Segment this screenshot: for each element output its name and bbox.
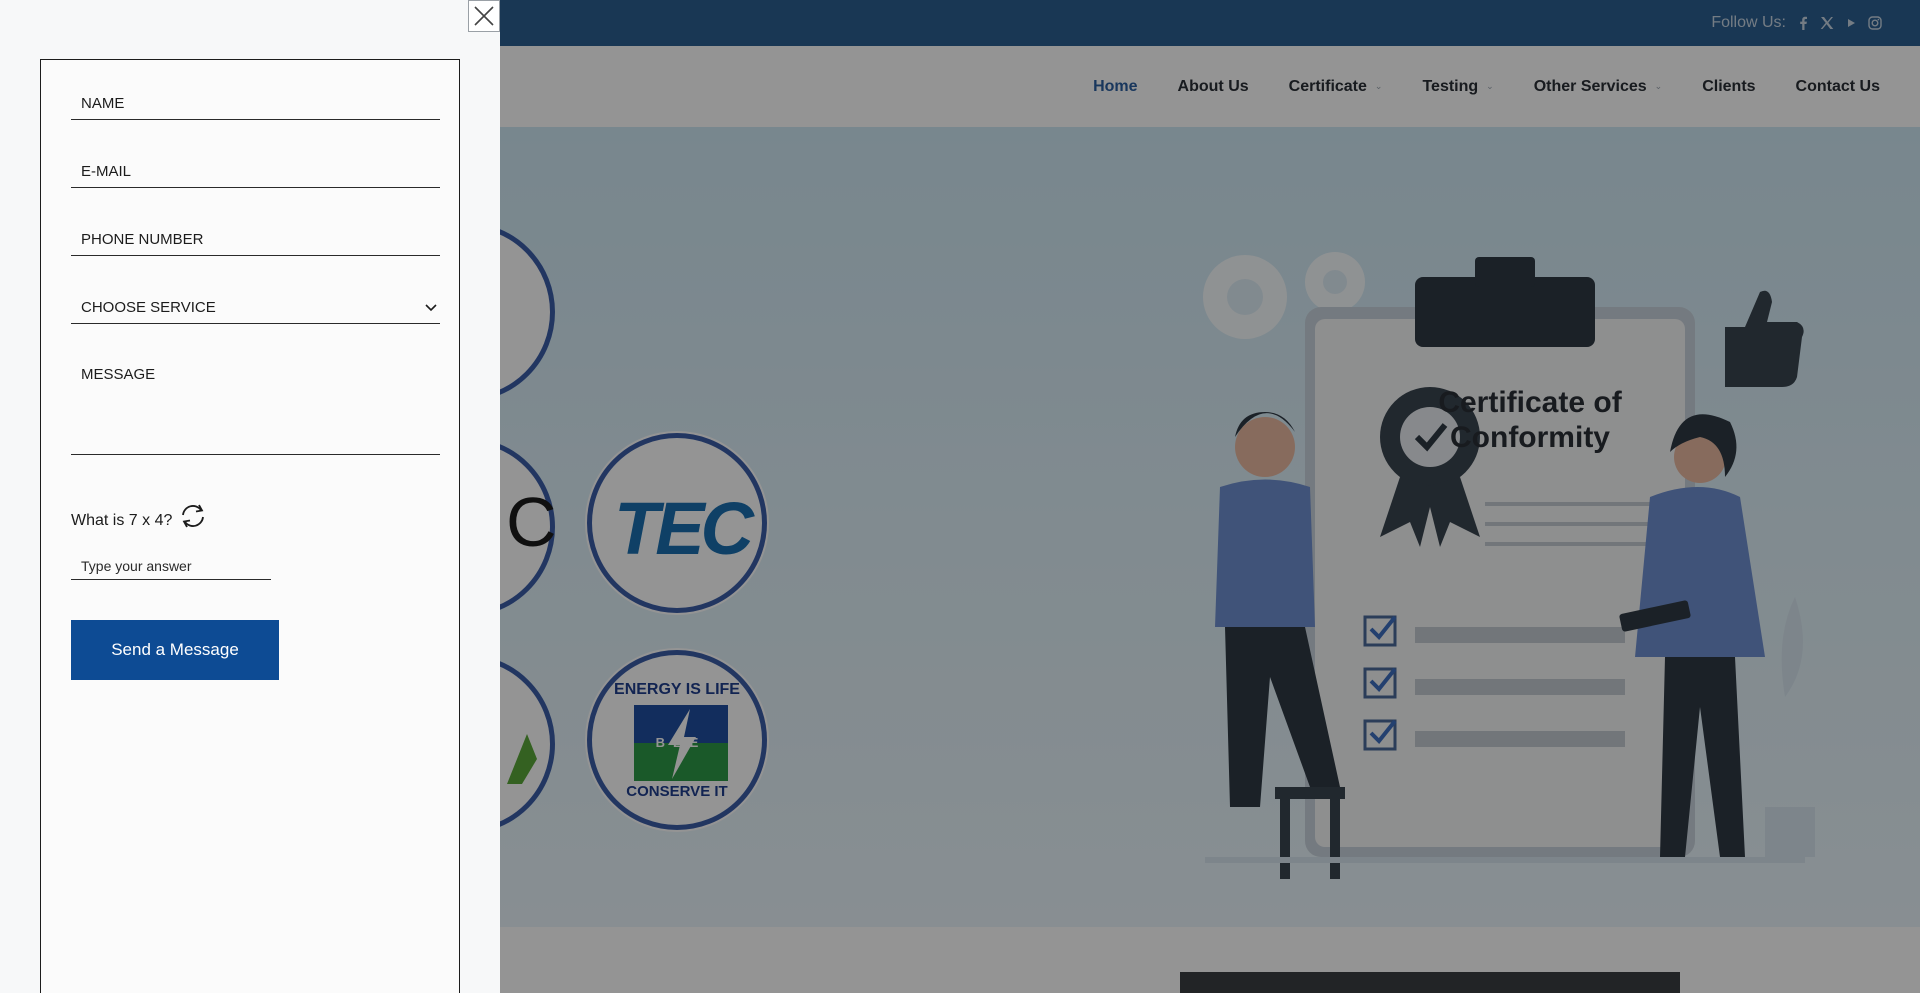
contact-side-panel: CHOOSE SERVICE What is 7 x 4? Send a Mes: [0, 0, 500, 993]
close-icon: [474, 6, 494, 26]
email-input[interactable]: [71, 156, 440, 187]
email-field-wrapper: [71, 156, 440, 188]
captcha-question-row: What is 7 x 4?: [71, 504, 208, 530]
message-textarea[interactable]: [71, 360, 440, 454]
captcha-field-wrapper: [71, 553, 271, 580]
name-input[interactable]: [71, 88, 440, 119]
service-select-value: CHOOSE SERVICE: [81, 299, 216, 316]
captcha-question: What is 7 x 4?: [71, 512, 173, 529]
contact-form: CHOOSE SERVICE What is 7 x 4? Send a Mes: [40, 59, 460, 993]
phone-field-wrapper: [71, 224, 440, 256]
message-field-wrapper: [71, 360, 440, 455]
captcha-answer-input[interactable]: [71, 553, 271, 579]
send-message-button[interactable]: Send a Message: [71, 620, 279, 680]
service-select[interactable]: CHOOSE SERVICE: [71, 292, 440, 324]
refresh-icon[interactable]: [178, 503, 208, 529]
phone-input[interactable]: [71, 224, 440, 255]
close-button[interactable]: [468, 0, 500, 32]
name-field-wrapper: [71, 88, 440, 120]
chevron-down-icon: [424, 303, 438, 313]
